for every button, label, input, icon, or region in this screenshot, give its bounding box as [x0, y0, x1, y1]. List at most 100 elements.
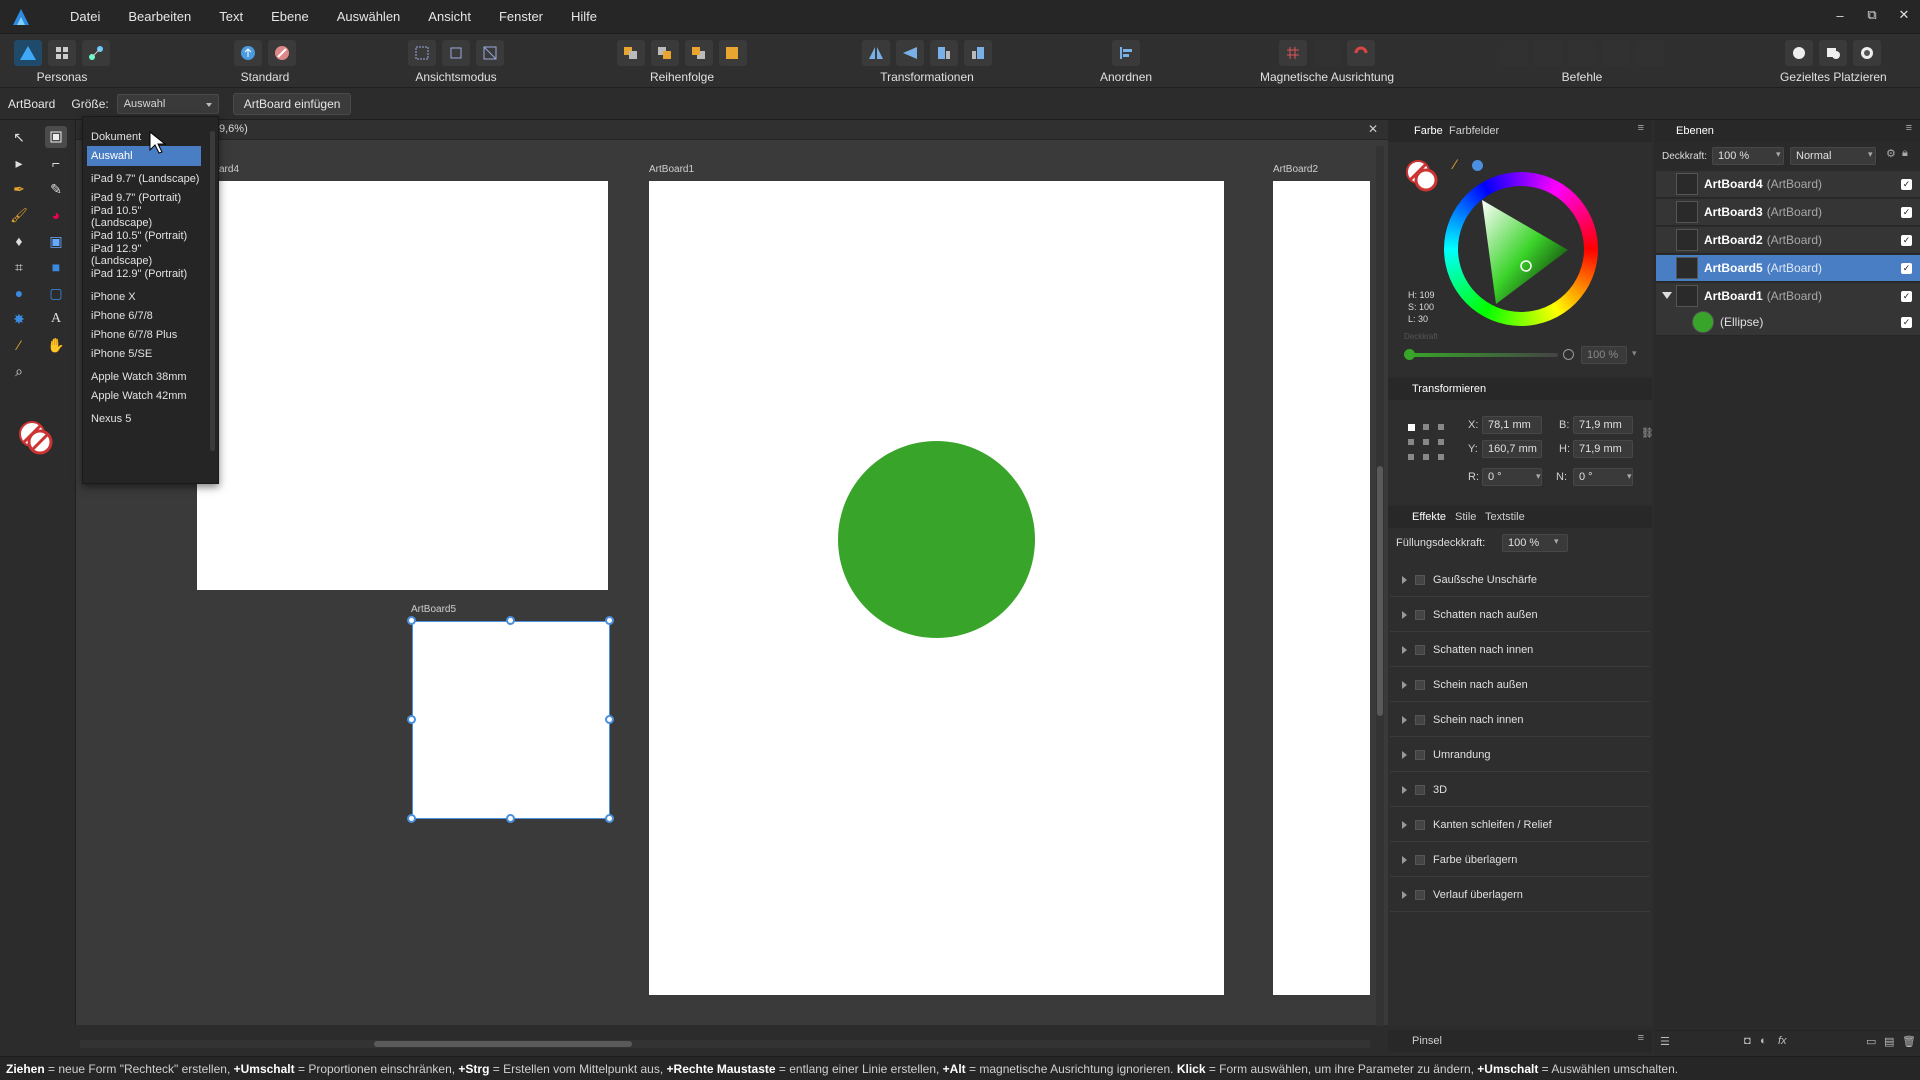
star-tool-icon[interactable]: ✸ [8, 308, 30, 330]
effect-checkbox[interactable] [1415, 854, 1425, 865]
mask-icon[interactable]: ◘ [1744, 1035, 1751, 1047]
view-pixel-icon[interactable] [408, 40, 436, 66]
insert-inside-icon[interactable] [1853, 40, 1882, 66]
insert-artboard-button[interactable]: ArtBoard einfügen [232, 92, 352, 115]
move-back-one-icon[interactable] [651, 40, 679, 66]
layer-opacity-field[interactable]: 100 % [1712, 147, 1784, 165]
fx-icon[interactable]: fx [1778, 1035, 1787, 1047]
opacity-field[interactable]: 100 % [1581, 346, 1627, 364]
dropdown-item[interactable]: iPhone 5/SE [87, 344, 201, 364]
expand-arrow-icon[interactable] [1402, 855, 1407, 864]
selection-handle-t[interactable] [506, 616, 515, 625]
effect-row[interactable]: Farbe überlagern [1390, 843, 1650, 877]
close-window-button[interactable]: ✕ [1888, 7, 1920, 23]
flip-horizontal-icon[interactable] [862, 40, 890, 66]
effect-row[interactable]: Schein nach innen [1390, 703, 1650, 737]
delete-layer-icon[interactable]: 🗑︎ [1902, 1035, 1916, 1048]
crop-tool-icon[interactable]: ⌗ [8, 256, 30, 278]
share-icon[interactable] [234, 40, 262, 66]
rotation-dropdown-icon[interactable]: ▾ [1536, 471, 1541, 482]
rotation-field[interactable]: 0 ° [1482, 468, 1542, 486]
color-swatch-icon[interactable] [16, 418, 56, 458]
move-to-front-icon[interactable] [719, 40, 747, 66]
dropdown-item[interactable]: Apple Watch 38mm [87, 367, 201, 387]
opacity-slider-dot[interactable] [1404, 349, 1415, 360]
dropdown-item[interactable]: iPad 9.7" (Landscape) [87, 169, 201, 189]
tab-effects[interactable]: Effekte [1412, 511, 1446, 523]
insert-top-icon[interactable] [1819, 40, 1848, 66]
layer-lock-icon[interactable]: 🔒︎ [1902, 147, 1908, 160]
tab-styles[interactable]: Stile [1455, 511, 1476, 523]
fill-tool-icon[interactable]: ◕ [45, 204, 67, 226]
layer-visibility-checkbox[interactable]: ✓ [1901, 262, 1912, 274]
layer-settings-icon[interactable]: ⚙ [1886, 147, 1896, 160]
menu-text[interactable]: Text [205, 9, 257, 24]
layer-row[interactable]: ArtBoard4 (ArtBoard) ✓ [1656, 171, 1920, 198]
layers-title[interactable]: Ebenen [1676, 125, 1714, 137]
expand-arrow-icon[interactable] [1402, 890, 1407, 899]
effect-checkbox[interactable] [1415, 714, 1425, 725]
layer-row[interactable]: ArtBoard3 (ArtBoard) ✓ [1656, 199, 1920, 226]
layer-visibility-checkbox[interactable]: ✓ [1901, 234, 1912, 246]
selection-handle-br[interactable] [605, 814, 614, 823]
blend-mode-dropdown-icon[interactable]: ▾ [1868, 149, 1873, 160]
snapping-grid-icon[interactable] [1279, 40, 1308, 66]
height-field[interactable]: 71,9 mm [1573, 440, 1633, 458]
text-tool-icon[interactable]: A [45, 308, 67, 330]
expand-arrow-icon[interactable] [1402, 820, 1407, 829]
x-position-field[interactable]: 78,1 mm [1482, 416, 1542, 434]
expand-layer-icon[interactable] [1662, 292, 1672, 299]
layer-opacity-dropdown-icon[interactable]: ▾ [1776, 149, 1781, 160]
view-retina-icon[interactable] [442, 40, 470, 66]
expand-arrow-icon[interactable] [1402, 680, 1407, 689]
align-icon[interactable] [1112, 40, 1141, 66]
artboard1[interactable] [649, 181, 1224, 995]
effect-checkbox[interactable] [1415, 889, 1425, 900]
ellipse-tool-icon[interactable]: ● [8, 282, 30, 304]
expand-arrow-icon[interactable] [1402, 645, 1407, 654]
artboard-tool-icon[interactable] [45, 126, 67, 148]
effect-checkbox[interactable] [1415, 644, 1425, 655]
rotate-right-icon[interactable] [964, 40, 992, 66]
effect-checkbox[interactable] [1415, 749, 1425, 760]
layer-row[interactable]: ArtBoard2 (ArtBoard) ✓ [1656, 227, 1920, 254]
y-position-field[interactable]: 160,7 mm [1482, 440, 1542, 458]
menu-fenster[interactable]: Fenster [485, 9, 557, 24]
view-outline-icon[interactable] [476, 40, 504, 66]
brushes-menu-icon[interactable]: ≡ [1638, 1032, 1644, 1044]
rounded-rect-tool-icon[interactable]: ▢ [45, 282, 67, 304]
expand-arrow-icon[interactable] [1402, 785, 1407, 794]
vector-brush-tool-icon[interactable]: 🖌 [8, 204, 30, 226]
pen-tool-icon[interactable]: ✒ [8, 178, 30, 200]
zoom-tool-icon[interactable]: ⌕ [8, 360, 30, 382]
layers-stack-icon[interactable]: ☰ [1660, 1035, 1670, 1048]
dropdown-item[interactable]: iPhone X [87, 287, 201, 307]
artboard4[interactable] [197, 181, 608, 590]
layer-row-ellipse[interactable]: (Ellipse) ✓ [1656, 309, 1920, 336]
layer-visibility-checkbox[interactable]: ✓ [1901, 206, 1912, 218]
selection-handle-r[interactable] [605, 715, 614, 724]
boolean-subtract-icon[interactable] [1534, 40, 1562, 66]
view-tool-icon[interactable]: ✋ [45, 334, 67, 356]
anchor-point-selector[interactable] [1406, 422, 1448, 464]
selection-handle-bl[interactable] [407, 814, 416, 823]
ellipse-shape[interactable] [838, 441, 1035, 638]
opacity-slider-handle[interactable] [1563, 349, 1574, 360]
selection-handle-tl[interactable] [407, 616, 416, 625]
shear-field[interactable]: 0 ° [1573, 468, 1633, 486]
move-forward-one-icon[interactable] [685, 40, 713, 66]
effect-row[interactable]: Kanten schleifen / Relief [1390, 808, 1650, 842]
effect-checkbox[interactable] [1415, 784, 1425, 795]
pixel-persona-icon[interactable] [48, 40, 76, 66]
layer-row[interactable]: ArtBoard5 (ArtBoard) ✓ [1656, 255, 1920, 282]
dropdown-item[interactable]: Nexus 5 [87, 409, 201, 429]
boolean-xor-icon[interactable] [1602, 40, 1630, 66]
boolean-intersect-icon[interactable] [1568, 40, 1596, 66]
size-select[interactable]: Auswahl [116, 93, 219, 114]
corner-tool-icon[interactable]: ⌐ [45, 152, 67, 174]
width-field[interactable]: 71,9 mm [1573, 416, 1633, 434]
export-persona-icon[interactable] [82, 40, 110, 66]
snapping-magnet-icon[interactable] [1347, 40, 1376, 66]
rectangle-tool-icon[interactable]: ■ [45, 256, 67, 278]
close-document-button[interactable]: ✕ [1368, 122, 1378, 136]
